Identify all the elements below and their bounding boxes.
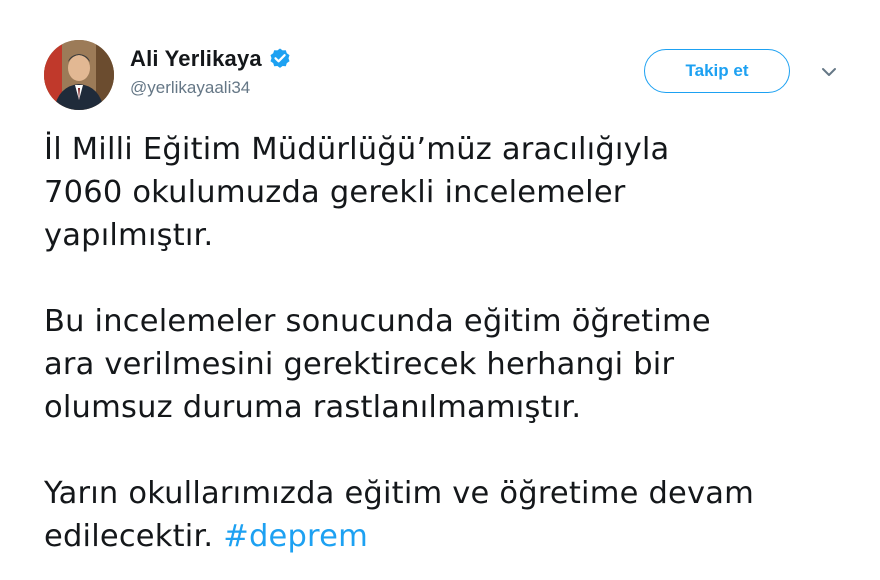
hashtag-link[interactable]: #deprem bbox=[223, 519, 368, 554]
text-line: 7060 okulumuzda gerekli incelemeler bbox=[44, 175, 626, 210]
follow-button[interactable]: Takip et bbox=[644, 49, 790, 93]
tweet-header: Ali Yerlikaya @yerlikayaali34 Takip et bbox=[44, 40, 840, 112]
user-handle[interactable]: @yerlikayaali34 bbox=[130, 78, 292, 98]
avatar[interactable] bbox=[44, 40, 114, 110]
text-line: İl Milli Eğitim Müdürlüğü’müz aracılığıy… bbox=[44, 132, 670, 167]
tweet-paragraph: İl Milli Eğitim Müdürlüğü’müz aracılığıy… bbox=[44, 128, 864, 257]
tweet-paragraph: Bu incelemeler sonucunda eğitim öğretime… bbox=[44, 300, 864, 429]
user-info: Ali Yerlikaya @yerlikayaali34 bbox=[130, 46, 292, 98]
name-row: Ali Yerlikaya bbox=[130, 46, 292, 72]
tweet-paragraph: Yarın okullarımızda eğitim ve öğretime d… bbox=[44, 472, 864, 558]
display-name[interactable]: Ali Yerlikaya bbox=[130, 46, 262, 72]
tweet-text: İl Milli Eğitim Müdürlüğü’müz aracılığıy… bbox=[44, 128, 864, 558]
text-line-with-hashtag: edilecektir. #deprem bbox=[44, 515, 864, 558]
verified-badge-icon bbox=[268, 47, 292, 71]
text-line: Bu incelemeler sonucunda eğitim öğretime bbox=[44, 304, 711, 339]
text-fragment: edilecektir. bbox=[44, 519, 224, 554]
text-line: olumsuz duruma rastlanılmamıştır. bbox=[44, 390, 582, 425]
profile-photo-icon bbox=[44, 40, 114, 110]
text-line: ara verilmesini gerektirecek herhangi bi… bbox=[44, 347, 675, 382]
text-line: yapılmıştır. bbox=[44, 218, 214, 253]
text-line: Yarın okullarımızda eğitim ve öğretime d… bbox=[44, 476, 755, 511]
chevron-down-icon[interactable] bbox=[818, 62, 840, 82]
tweet-card: Ali Yerlikaya @yerlikayaali34 Takip et İ… bbox=[0, 0, 880, 580]
